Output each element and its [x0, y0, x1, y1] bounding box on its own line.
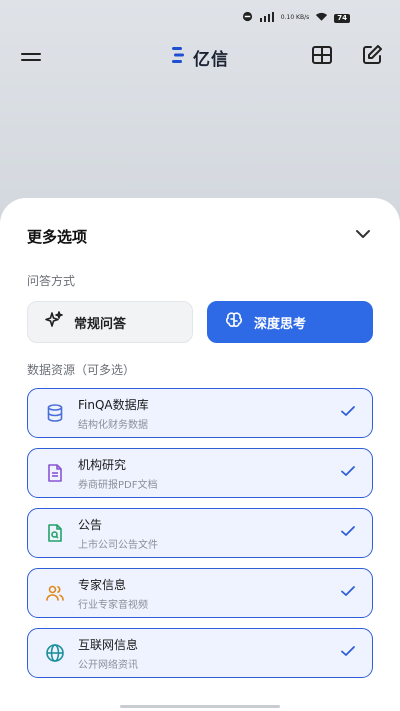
source-item-research[interactable]: 机构研究 券商研报PDF文档 — [27, 448, 373, 498]
app-header: 亿信 — [0, 40, 400, 74]
qa-mode-label: 问答方式 — [27, 274, 76, 288]
document-icon — [44, 462, 66, 484]
options-sheet: 更多选项 问答方式 常规问答 深度思考 数据资源（可多选） FinQA数据库 结… — [0, 198, 400, 711]
source-name: 公告 — [78, 517, 103, 532]
network-speed: 0.10 KB/s — [280, 14, 310, 21]
app-brand: 亿信 — [171, 45, 229, 70]
grid-icon[interactable] — [310, 43, 334, 71]
sources-list: FinQA数据库 结构化财务数据 机构研究 券商研报PDF文档 公告 上市公司公… — [27, 388, 373, 678]
logo-icon — [171, 46, 185, 68]
battery-level: 74 — [334, 13, 350, 23]
source-item-experts[interactable]: 专家信息 行业专家音视频 — [27, 568, 373, 618]
source-item-finqa[interactable]: FinQA数据库 结构化财务数据 — [27, 388, 373, 438]
brain-icon — [224, 310, 244, 334]
source-desc: 公开网络资讯 — [78, 659, 138, 671]
source-name: 专家信息 — [78, 577, 127, 592]
check-icon — [340, 463, 356, 483]
globe-icon — [44, 642, 66, 664]
source-name: FinQA数据库 — [78, 397, 149, 412]
source-item-announcement[interactable]: 公告 上市公司公告文件 — [27, 508, 373, 558]
check-icon — [340, 403, 356, 423]
qa-mode-selector: 常规问答 深度思考 — [27, 301, 373, 343]
sources-label: 数据资源（可多选） — [27, 363, 136, 377]
mode-button-standard[interactable]: 常规问答 — [27, 301, 193, 343]
source-name: 互联网信息 — [78, 637, 139, 652]
source-desc: 结构化财务数据 — [78, 419, 148, 431]
source-desc: 行业专家音视频 — [78, 599, 148, 611]
source-desc: 上市公司公告文件 — [78, 539, 158, 551]
mode-label: 常规问答 — [74, 316, 127, 332]
wifi-icon — [315, 12, 328, 25]
people-icon — [44, 582, 66, 604]
check-icon — [340, 523, 356, 543]
menu-icon[interactable] — [20, 45, 44, 69]
announcement-icon — [44, 522, 66, 544]
chevron-down-icon[interactable] — [353, 224, 373, 248]
sheet-title: 更多选项 — [27, 227, 88, 246]
do-not-disturb-icon — [242, 11, 253, 25]
source-name: 机构研究 — [78, 457, 127, 472]
source-desc: 券商研报PDF文档 — [78, 479, 158, 491]
status-bar: 0.10 KB/s 74 — [0, 0, 400, 36]
app-title: 亿信 — [193, 49, 229, 70]
source-item-internet[interactable]: 互联网信息 公开网络资讯 — [27, 628, 373, 678]
edit-icon[interactable] — [360, 43, 384, 71]
signal-icon — [259, 11, 275, 25]
check-icon — [340, 583, 356, 603]
mode-button-deep-thinking[interactable]: 深度思考 — [207, 301, 373, 343]
home-indicator — [120, 705, 280, 708]
database-icon — [44, 402, 66, 424]
sparkle-icon — [44, 310, 64, 334]
check-icon — [340, 643, 356, 663]
mode-label: 深度思考 — [254, 316, 307, 332]
